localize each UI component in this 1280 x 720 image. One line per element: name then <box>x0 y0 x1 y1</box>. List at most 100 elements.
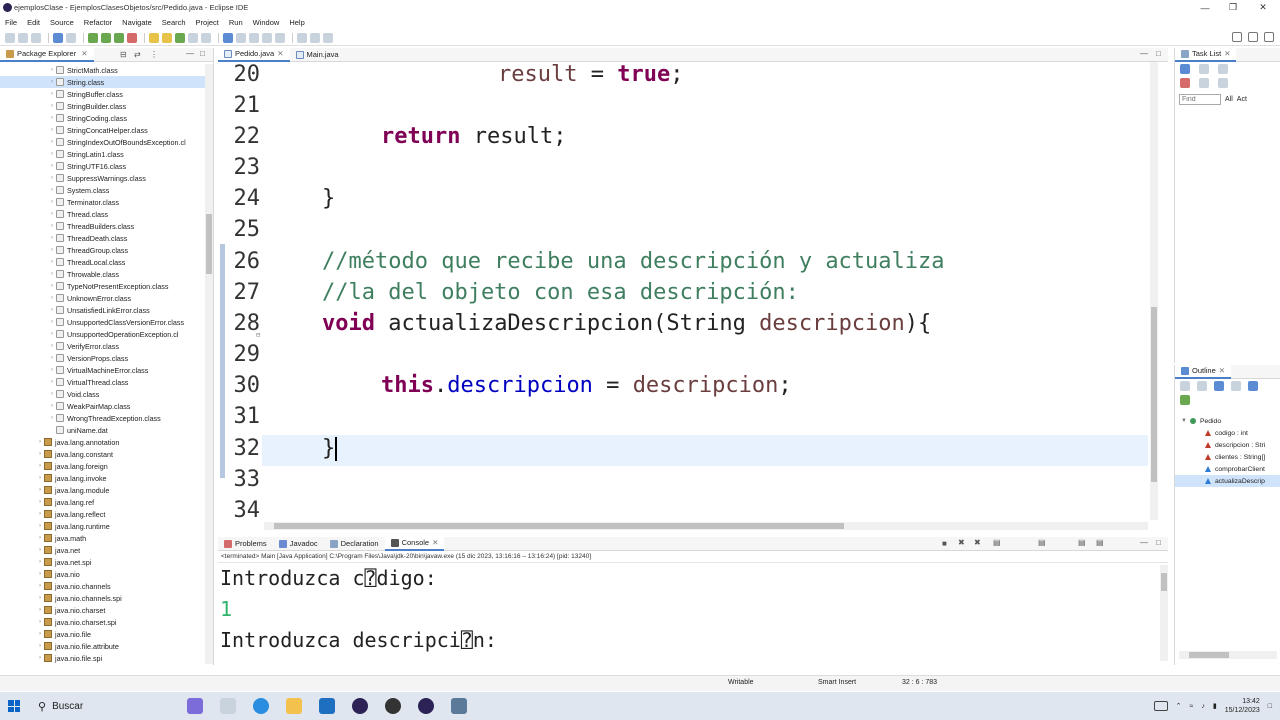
chevron-right-icon[interactable]: › <box>36 559 44 565</box>
menu-help[interactable]: Help <box>289 18 304 27</box>
sort-icon[interactable] <box>1197 381 1207 391</box>
outline-member-selected[interactable]: actualizaDescrip <box>1175 475 1280 487</box>
tree-item-class[interactable]: › SuppressWarnings.class <box>0 172 205 184</box>
tab-declaration[interactable]: Declaration <box>324 537 385 551</box>
external-tools-icon[interactable] <box>127 32 137 43</box>
tree-item-package[interactable]: › java.nio.file.attribute <box>0 640 205 652</box>
scrollbar-thumb[interactable] <box>1189 652 1229 658</box>
tree-item-class[interactable]: › ThreadLocal.class <box>0 256 205 268</box>
chevron-right-icon[interactable]: › <box>48 307 56 313</box>
tab-outline[interactable]: Outline ✕ <box>1175 364 1232 379</box>
tree-item-class[interactable]: › WeakPairMap.class <box>0 400 205 412</box>
chevron-right-icon[interactable]: › <box>48 235 56 241</box>
tab-javadoc[interactable]: Javadoc <box>273 537 324 551</box>
tree-item-class[interactable]: › UnsupportedClassVersionError.class <box>0 316 205 328</box>
filter-all-button[interactable]: All <box>1225 96 1233 103</box>
code-editor[interactable]: 20 21 22 23 24 25 26 27 28 29 30 31 32 3… <box>218 62 1158 520</box>
chevron-right-icon[interactable]: › <box>48 103 56 109</box>
collapse-icon[interactable] <box>1199 78 1209 88</box>
tree-item-package[interactable]: › java.nio.charset.spi <box>0 616 205 628</box>
scrollbar-thumb[interactable] <box>206 214 212 274</box>
maximize-view-icon[interactable]: □ <box>1156 538 1161 547</box>
new-class-icon[interactable] <box>175 32 185 43</box>
keyboard-icon[interactable] <box>1153 701 1168 711</box>
chevron-right-icon[interactable]: › <box>48 67 56 73</box>
tree-item-class[interactable]: › Terminator.class <box>0 196 205 208</box>
chevron-right-icon[interactable]: › <box>36 619 44 625</box>
clock[interactable]: 13:42 15/12/2023 <box>1225 697 1260 715</box>
clear-console-icon[interactable]: ▤ <box>993 538 1001 547</box>
tree-item-class[interactable]: › UnsupportedOperationException.cl <box>0 328 205 340</box>
hide-static-icon[interactable] <box>1231 381 1241 391</box>
back-icon[interactable] <box>297 32 307 43</box>
filter-icon[interactable] <box>1199 64 1209 74</box>
chevron-right-icon[interactable]: › <box>48 319 56 325</box>
new-icon[interactable] <box>5 32 15 43</box>
chevron-right-icon[interactable]: › <box>36 571 44 577</box>
status-insert-mode[interactable]: Smart Insert <box>818 679 856 686</box>
chevron-right-icon[interactable]: › <box>48 391 56 397</box>
previous-annotation-icon[interactable] <box>275 32 285 43</box>
toggle-mark-occurrences-icon[interactable] <box>223 32 233 43</box>
search-perspective-icon[interactable] <box>1232 32 1242 42</box>
tree-item-package[interactable]: › java.lang.invoke <box>0 472 205 484</box>
tree-item-package[interactable]: › java.lang.reflect <box>0 508 205 520</box>
task-view-icon[interactable] <box>219 698 236 714</box>
notification-icon[interactable]: □ <box>1268 703 1272 710</box>
tree-item-class[interactable]: › System.class <box>0 184 205 196</box>
chevron-right-icon[interactable]: › <box>36 607 44 613</box>
chevron-right-icon[interactable]: › <box>36 643 44 649</box>
new-java-project-icon[interactable] <box>149 32 159 43</box>
minimize-view-icon[interactable]: — <box>1140 538 1148 547</box>
tree-item-package[interactable]: › java.nio.file.spi <box>0 652 205 664</box>
outline-member[interactable]: comprobarClient <box>1175 463 1280 475</box>
package-explorer-scrollbar[interactable] <box>205 64 213 664</box>
tree-item-class[interactable]: › StrictMath.class <box>0 64 205 76</box>
chevron-right-icon[interactable]: › <box>48 115 56 121</box>
tree-item-package[interactable]: › java.lang.constant <box>0 448 205 460</box>
chevron-right-icon[interactable]: › <box>48 259 56 265</box>
chevron-right-icon[interactable]: › <box>36 511 44 517</box>
chevron-right-icon[interactable]: › <box>48 127 56 133</box>
hide-local-types-icon[interactable] <box>1180 395 1190 405</box>
close-icon[interactable]: ✕ <box>432 536 438 550</box>
display-console-icon[interactable]: ▤ <box>1096 538 1104 547</box>
outline-scrollbar[interactable] <box>1179 651 1277 659</box>
tree-item-package[interactable]: › java.nio.charset <box>0 604 205 616</box>
tree-item-class[interactable]: › StringLatin1.class <box>0 148 205 160</box>
menu-refactor[interactable]: Refactor <box>84 18 112 27</box>
view-menu-icon[interactable]: ⋮ <box>150 50 158 59</box>
menu-source[interactable]: Source <box>50 18 74 27</box>
scrollbar-thumb[interactable] <box>1151 307 1157 482</box>
hide-fields-icon[interactable] <box>1214 381 1224 391</box>
chevron-right-icon[interactable]: › <box>48 379 56 385</box>
outline-root[interactable]: ▼ Pedido <box>1175 415 1280 427</box>
tree-item-package[interactable]: › java.net <box>0 544 205 556</box>
remove-launch-icon[interactable]: ✖ <box>958 538 965 547</box>
outline-member[interactable]: clientes : String[] <box>1175 451 1280 463</box>
save-icon[interactable] <box>18 32 28 43</box>
chevron-right-icon[interactable]: › <box>36 475 44 481</box>
console-output[interactable]: Introduzca c⍰digo: 1 Introduzca descripc… <box>218 563 1168 656</box>
menu-file[interactable]: File <box>5 18 17 27</box>
tree-item-package[interactable]: › java.net.spi <box>0 556 205 568</box>
wifi-icon[interactable]: ≈ <box>1190 703 1194 710</box>
tree-item-class[interactable]: › StringConcatHelper.class <box>0 124 205 136</box>
minimize-view-icon[interactable]: — <box>1140 49 1148 58</box>
minimize-view-icon[interactable]: — <box>186 49 194 58</box>
tree-item-class[interactable]: uniName.dat <box>0 424 205 436</box>
tree-item-class[interactable]: › StringIndexOutOfBoundsException.cl <box>0 136 205 148</box>
tree-item-class[interactable]: › ThreadDeath.class <box>0 232 205 244</box>
chevron-right-icon[interactable]: › <box>48 163 56 169</box>
chevron-right-icon[interactable]: › <box>48 415 56 421</box>
remove-all-icon[interactable]: ✖ <box>974 538 981 547</box>
chevron-right-icon[interactable]: › <box>36 547 44 553</box>
search-icon[interactable] <box>201 32 211 43</box>
open-perspective-icon[interactable] <box>1248 32 1258 42</box>
menu-window[interactable]: Window <box>253 18 280 27</box>
pin-editor-icon[interactable] <box>323 32 333 43</box>
pin-console-icon[interactable]: ▤ <box>1078 538 1086 547</box>
tab-main-java[interactable]: Main.java <box>290 48 345 62</box>
expand-icon[interactable] <box>1218 78 1228 88</box>
tree-item-class[interactable]: › String.class <box>0 76 205 88</box>
